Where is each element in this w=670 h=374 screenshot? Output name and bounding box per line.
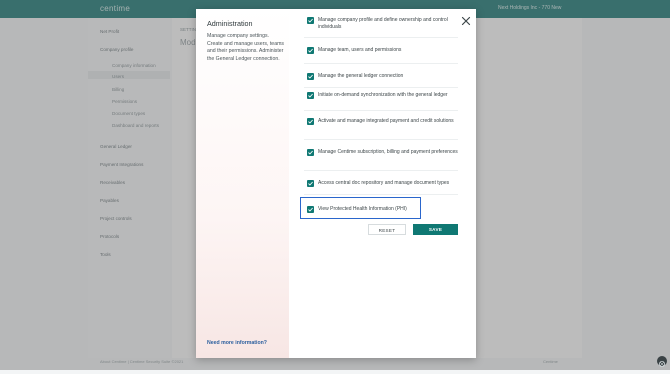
permission-label: Manage Centime subscription, billing and… [318, 149, 458, 155]
permission-label: Manage company profile and define owners… [318, 17, 448, 30]
permission-item: View Protected Health Information (PHI) [307, 206, 465, 214]
permission-label: Manage team, users and permissions [318, 47, 402, 53]
more-info-link[interactable]: Need more information? [207, 340, 267, 346]
dialog-info-panel: Administration Manage company settings. … [196, 9, 289, 358]
permission-item: Activate and manage integrated payment a… [307, 118, 465, 134]
divider [304, 139, 458, 140]
checkbox-checked[interactable] [307, 118, 314, 125]
help-widget-icon[interactable] [657, 356, 667, 367]
permission-label: Activate and manage integrated payment a… [318, 118, 454, 124]
permission-label: Initiate on-demand synchronization with … [318, 92, 448, 98]
divider [304, 194, 458, 195]
permission-item: Initiate on-demand synchronization with … [307, 92, 465, 100]
checkbox-checked[interactable] [307, 206, 314, 213]
permission-label: Access central doc repository and manage… [318, 180, 450, 186]
divider [304, 110, 458, 111]
divider [304, 63, 458, 64]
permission-label: Manage the general ledger connection [318, 73, 404, 79]
checkbox-checked[interactable] [307, 17, 314, 24]
reset-button[interactable]: RESET [368, 224, 406, 235]
dialog-description: Manage company settings. Create and mana… [207, 33, 284, 62]
permission-item: Manage Centime subscription, billing and… [307, 149, 465, 165]
checkbox-checked[interactable] [307, 92, 314, 99]
checkbox-checked[interactable] [307, 149, 314, 156]
permission-item: Access central doc repository and manage… [307, 180, 465, 188]
checkbox-checked[interactable] [307, 47, 314, 54]
dialog-title: Administration [207, 19, 253, 28]
divider [304, 170, 458, 171]
checkbox-checked[interactable] [307, 180, 314, 187]
save-button[interactable]: SAVE [413, 224, 458, 235]
divider [304, 87, 458, 88]
administration-dialog: Administration Manage company settings. … [196, 9, 476, 358]
permission-item: Manage the general ledger connection [307, 73, 465, 81]
permission-item: Manage team, users and permissions [307, 47, 465, 55]
divider [304, 37, 458, 38]
permission-item: Manage company profile and define owners… [307, 17, 465, 33]
permission-label: View Protected Health Information (PHI) [318, 206, 407, 212]
checkbox-checked[interactable] [307, 73, 314, 80]
